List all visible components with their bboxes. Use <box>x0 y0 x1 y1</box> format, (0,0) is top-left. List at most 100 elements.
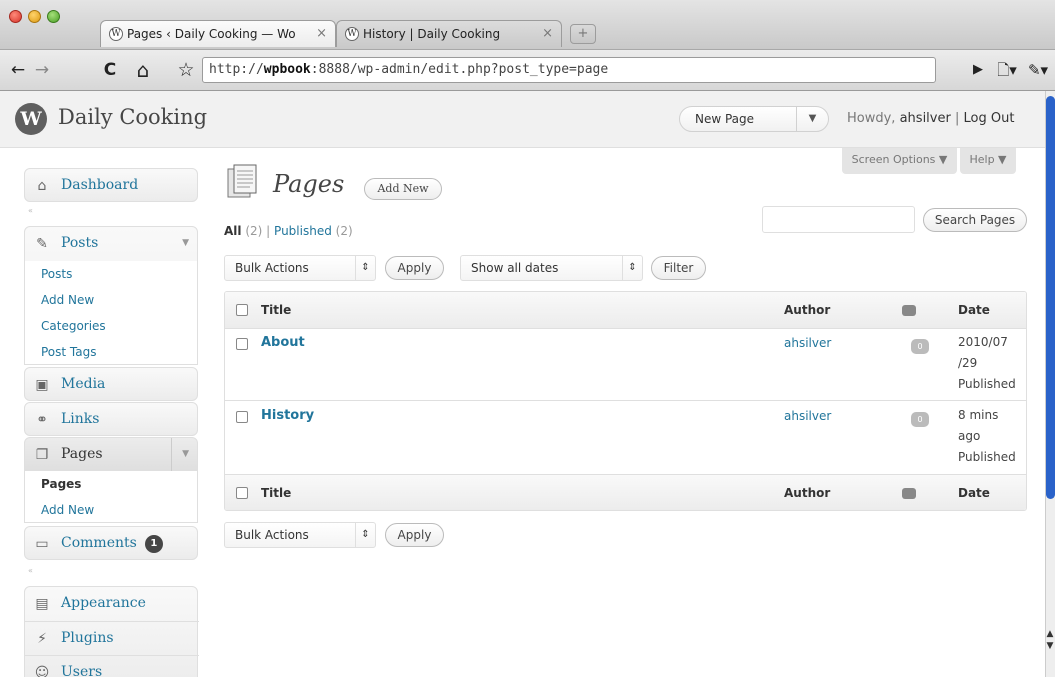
select-all-checkbox[interactable] <box>236 304 248 316</box>
forward-icon[interactable]: → <box>32 57 52 83</box>
table-footer: Title Author Date <box>225 474 1026 510</box>
page-menu-icon[interactable]: 🗋▾ <box>994 57 1020 83</box>
menu-pages[interactable]: ❐ Pages ▼ <box>24 437 198 471</box>
minimize-window-button[interactable] <box>28 10 41 23</box>
tab-label: Pages ‹ Daily Cooking — Wo <box>127 27 296 41</box>
table-header: Title Author Date <box>225 292 1026 329</box>
tab-history[interactable]: W History | Daily Cooking × <box>336 20 562 47</box>
bulk-actions-value: Bulk Actions <box>235 528 309 542</box>
plugin-icon: ⚡ <box>37 631 47 647</box>
chevron-down-icon[interactable]: ▼ <box>796 107 828 131</box>
menu-appearance[interactable]: ▤ Appearance <box>25 587 199 620</box>
link-icon: ⚭ <box>36 412 48 428</box>
select-all-checkbox[interactable] <box>236 487 248 499</box>
bookmark-star-icon[interactable]: ☆ <box>174 57 198 83</box>
apply-button-bottom[interactable]: Apply <box>385 523 444 547</box>
search-pages-button[interactable]: Search Pages <box>923 208 1027 232</box>
user-greeting: Howdy, ahsilver | Log Out <box>847 111 1014 126</box>
filter-all-count: (2) <box>245 224 263 238</box>
comment-count-bubble[interactable]: 0 <box>911 339 929 354</box>
wordpress-logo-icon: W <box>15 103 47 135</box>
search-input[interactable] <box>762 206 915 233</box>
go-icon[interactable]: ▶ <box>968 57 988 83</box>
chevron-down-icon[interactable]: ▼ <box>171 438 189 471</box>
collapse-arrow-icon[interactable]: « <box>28 206 33 215</box>
browser-titlebar: W Pages ‹ Daily Cooking — Wo × W History… <box>0 0 1055 50</box>
zoom-window-button[interactable] <box>47 10 60 23</box>
comments-column-icon[interactable] <box>902 488 916 499</box>
new-tab-icon[interactable]: + <box>570 24 596 44</box>
add-new-page-button[interactable]: Add New <box>364 178 442 200</box>
bulk-actions-select-bottom[interactable]: Bulk Actions ⇕ <box>224 522 376 548</box>
submenu-add-new-page[interactable]: Add New <box>25 497 197 523</box>
user-link[interactable]: ahsilver <box>900 111 951 126</box>
posts-submenu: Posts Add New Categories Post Tags <box>24 261 198 365</box>
tab-close-icon[interactable]: × <box>316 21 327 47</box>
menu-label: Dashboard <box>61 177 139 193</box>
chevron-down-icon[interactable]: ▼ <box>182 227 189 260</box>
favorite-actions-dropdown[interactable]: New Page ▼ <box>679 106 829 132</box>
bulk-actions-select[interactable]: Bulk Actions ⇕ <box>224 255 376 281</box>
tab-pages[interactable]: W Pages ‹ Daily Cooking — Wo × <box>100 20 336 47</box>
collapse-arrow-icon[interactable]: « <box>28 566 33 575</box>
wordpress-favicon-icon: W <box>345 27 359 41</box>
pages-table: Title Author Date About ahsilver 0 2010/… <box>224 291 1027 511</box>
author-link[interactable]: ahsilver <box>784 336 831 350</box>
menu-label: Plugins <box>61 630 114 646</box>
screen-options-button[interactable]: Screen Options ▼ <box>842 148 957 174</box>
home-icon[interactable]: ⌂ <box>130 57 156 83</box>
date-line-2: ago <box>958 429 981 443</box>
menu-dashboard[interactable]: ⌂ Dashboard <box>24 168 198 202</box>
column-title[interactable]: Title <box>261 475 291 510</box>
menu-users[interactable]: ☺ Users <box>25 655 199 677</box>
back-icon[interactable]: ← <box>8 57 28 83</box>
comment-count-bubble[interactable]: 0 <box>911 412 929 427</box>
submenu-posts[interactable]: Posts <box>25 261 197 287</box>
column-author[interactable]: Author <box>784 292 830 329</box>
scroll-arrows[interactable]: ▲ ▼ <box>1045 628 1055 660</box>
column-date[interactable]: Date <box>958 292 990 329</box>
date-line-1: 8 mins <box>958 408 999 422</box>
author-link[interactable]: ahsilver <box>784 409 831 423</box>
menu-plugins[interactable]: ⚡ Plugins <box>25 621 199 654</box>
page-title-link[interactable]: History <box>261 408 314 423</box>
menu-comments[interactable]: ▭ Comments 1 <box>24 526 198 560</box>
column-author[interactable]: Author <box>784 475 830 510</box>
row-checkbox[interactable] <box>236 338 248 350</box>
submenu-pages[interactable]: Pages <box>25 471 197 497</box>
logout-link[interactable]: Log Out <box>964 111 1015 126</box>
apply-button[interactable]: Apply <box>385 256 444 280</box>
filter-separator: | <box>266 224 271 238</box>
menu-links[interactable]: ⚭ Links <box>24 402 198 436</box>
close-window-button[interactable] <box>9 10 22 23</box>
filter-published[interactable]: Published <box>274 224 332 238</box>
menu-media-row: ▣ Media <box>25 368 199 401</box>
bulk-actions-value: Bulk Actions <box>235 261 309 275</box>
url-prefix: http:// <box>209 62 264 77</box>
menu-media[interactable]: ▣ Media <box>24 367 198 401</box>
pages-icon <box>227 164 257 198</box>
help-button[interactable]: Help ▼ <box>960 148 1016 174</box>
scrollbar-thumb[interactable] <box>1046 96 1055 499</box>
table-row: About ahsilver 0 2010/07 /29 Published <box>225 329 1026 401</box>
media-icon: ▣ <box>35 377 49 393</box>
row-checkbox[interactable] <box>236 411 248 423</box>
date-filter-select[interactable]: Show all dates ⇕ <box>460 255 643 281</box>
filter-all[interactable]: All <box>224 224 242 238</box>
site-name[interactable]: Daily Cooking <box>58 105 207 129</box>
address-bar[interactable]: http://wpbook:8888/wp-admin/edit.php?pos… <box>202 57 936 83</box>
wrench-menu-icon[interactable]: ✎▾ <box>1024 57 1052 83</box>
reload-icon[interactable]: C <box>99 57 121 83</box>
filter-button[interactable]: Filter <box>651 256 706 280</box>
tab-close-icon[interactable]: × <box>542 21 553 47</box>
column-title[interactable]: Title <box>261 292 291 329</box>
submenu-add-new-post[interactable]: Add New <box>25 287 197 313</box>
page-title-link[interactable]: About <box>261 335 305 350</box>
dashboard-icon: ⌂ <box>37 178 47 194</box>
submenu-post-tags[interactable]: Post Tags <box>25 339 197 365</box>
new-page-link[interactable]: New Page <box>695 112 754 126</box>
column-date[interactable]: Date <box>958 475 990 510</box>
page-title: Pages <box>273 170 345 198</box>
comments-column-icon[interactable] <box>902 305 916 316</box>
submenu-categories[interactable]: Categories <box>25 313 197 339</box>
